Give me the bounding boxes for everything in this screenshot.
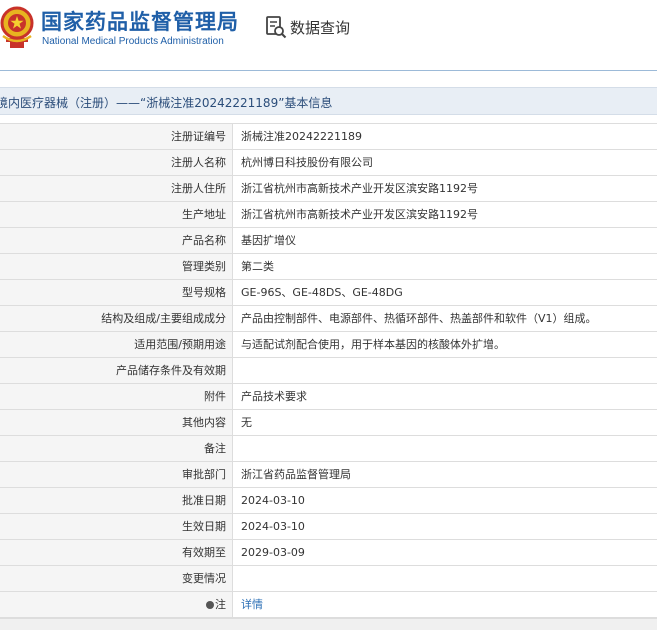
- table-row: 注册证编号 浙械注准20242221189: [0, 124, 657, 150]
- row-value: [233, 358, 657, 383]
- row-value: 2024-03-10: [241, 494, 305, 507]
- document-search-icon: [266, 16, 287, 39]
- row-value: GE-96S、GE-48DS、GE-48DG: [241, 286, 403, 299]
- national-emblem-icon: [0, 6, 34, 48]
- row-value: 浙江省杭州市高新技术产业开发区滨安路1192号: [241, 182, 478, 195]
- table-row: 附件 产品技术要求: [0, 384, 657, 410]
- table-row: 有效期至 2029-03-09: [0, 540, 657, 566]
- table-row: 产品储存条件及有效期: [0, 358, 657, 384]
- data-query-link[interactable]: 数据查询: [265, 14, 350, 40]
- row-label: 批准日期: [0, 488, 233, 513]
- row-value: 2024-03-10: [241, 520, 305, 533]
- row-value: 产品由控制部件、电源部件、热循环部件、热盖部件和软件（V1）组成。: [241, 312, 597, 325]
- row-label: 型号规格: [0, 280, 233, 305]
- row-label: 附件: [0, 384, 233, 409]
- table-row: 审批部门 浙江省药品监督管理局: [0, 462, 657, 488]
- table-row: 适用范围/预期用途 与适配试剂配合使用，用于样本基因的核酸体外扩增。: [0, 332, 657, 358]
- row-label: 注册人住所: [0, 176, 233, 201]
- table-row: 管理类别 第二类: [0, 254, 657, 280]
- row-label: 产品储存条件及有效期: [0, 358, 233, 383]
- table-row: 生效日期 2024-03-10: [0, 514, 657, 540]
- detail-table: 注册证编号 浙械注准20242221189 注册人名称 杭州博日科技股份有限公司 注册人…: [0, 123, 657, 618]
- data-query-label: 数据查询: [290, 18, 351, 37]
- row-label: 备注: [0, 436, 233, 461]
- row-label: 注册人名称: [0, 150, 233, 175]
- agency-name-en: National Medical Products Administration: [42, 36, 224, 47]
- table-row: 备注: [0, 436, 657, 462]
- row-label: 适用范围/预期用途: [0, 332, 233, 357]
- row-value: 基因扩增仪: [241, 234, 296, 247]
- table-row: 注详情: [0, 592, 657, 618]
- row-label: 生产地址: [0, 202, 233, 227]
- row-value: 杭州博日科技股份有限公司: [241, 156, 373, 169]
- row-label: 管理类别: [0, 254, 233, 279]
- table-row: 注册人名称 杭州博日科技股份有限公司: [0, 150, 657, 176]
- table-row: 产品名称 基因扩增仪: [0, 228, 657, 254]
- row-value: 浙械注准20242221189: [241, 130, 362, 143]
- details-link[interactable]: 详情: [233, 592, 657, 617]
- row-value: 浙江省杭州市高新技术产业开发区滨安路1192号: [241, 208, 478, 221]
- table-row: 批准日期 2024-03-10: [0, 488, 657, 514]
- header-divider: [0, 70, 657, 71]
- row-value: 2029-03-09: [241, 546, 305, 559]
- row-label: 生效日期: [0, 514, 233, 539]
- agency-name-cn: 国家药品监督管理局: [41, 10, 239, 34]
- row-value: 第二类: [241, 260, 274, 273]
- section-title-bar: 境内医疗器械（注册）——“浙械注准20242221189”基本信息: [0, 87, 657, 115]
- table-row: 注册人住所 浙江省杭州市高新技术产业开发区滨安路1192号: [0, 176, 657, 202]
- row-value: [233, 436, 657, 461]
- table-row: 其他内容无: [0, 410, 657, 436]
- row-value: 与适配试剂配合使用，用于样本基因的核酸体外扩增。: [241, 338, 505, 351]
- row-label: 审批部门: [0, 462, 233, 487]
- note-bullet-icon: [206, 601, 214, 609]
- row-label: 其他内容: [0, 410, 233, 435]
- row-label: 结构及组成/主要组成成分: [0, 306, 233, 331]
- table-row: 型号规格 GE-96S、GE-48DS、GE-48DG: [0, 280, 657, 306]
- row-label: 变更情况: [0, 566, 233, 591]
- row-value: 产品技术要求: [241, 390, 307, 403]
- row-value: 无: [241, 416, 252, 429]
- row-label: 注: [0, 592, 233, 617]
- row-label: 有效期至: [0, 540, 233, 565]
- table-row: 变更情况: [0, 566, 657, 592]
- row-value: [233, 566, 657, 591]
- footer-bar: [0, 618, 657, 630]
- row-label: 产品名称: [0, 228, 233, 253]
- site-header: 国家药品监督管理局 National Medical Products Admi…: [0, 0, 657, 66]
- table-row: 生产地址 浙江省杭州市高新技术产业开发区滨安路1192号: [0, 202, 657, 228]
- row-label: 注册证编号: [0, 124, 233, 149]
- table-row: 结构及组成/主要组成成分 产品由控制部件、电源部件、热循环部件、热盖部件和软件（V…: [0, 306, 657, 332]
- row-label-text: 注: [215, 598, 226, 611]
- row-value: 浙江省药品监督管理局: [241, 468, 351, 481]
- section-title: 境内医疗器械（注册）——“浙械注准20242221189”基本信息: [0, 96, 333, 110]
